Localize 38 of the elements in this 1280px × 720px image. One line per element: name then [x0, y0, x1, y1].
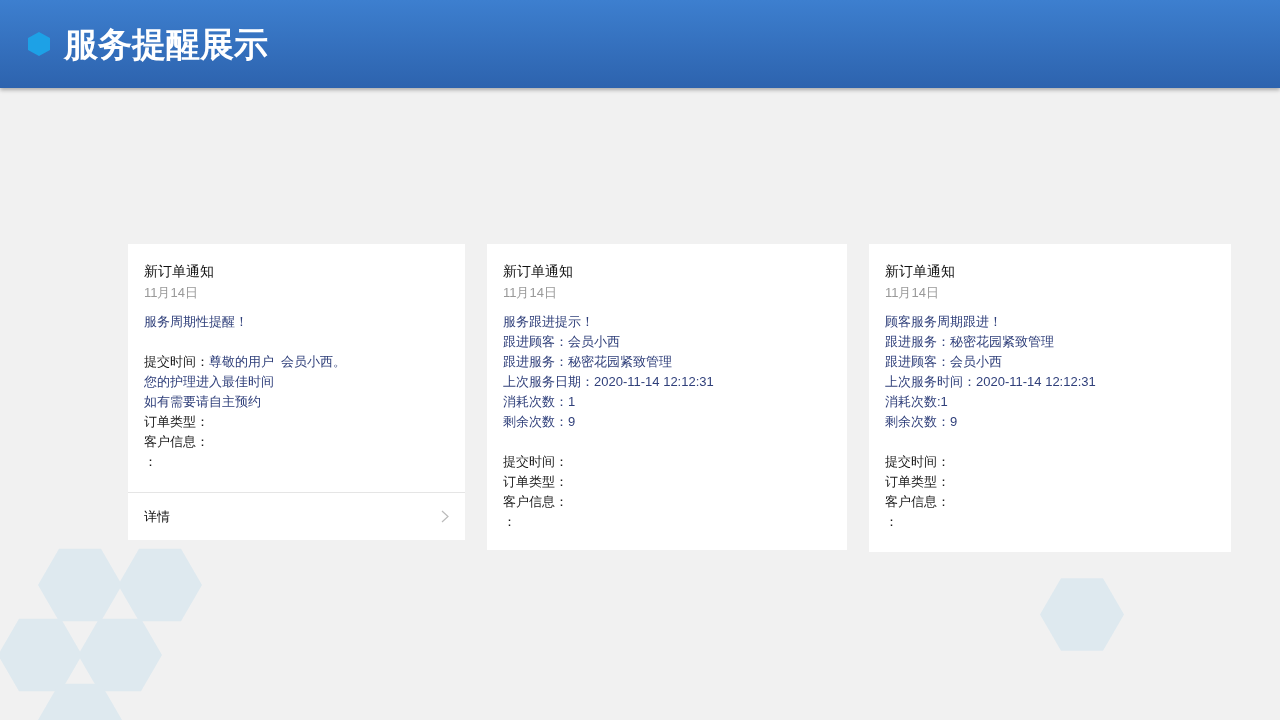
field-label: 客户信息： [144, 433, 209, 451]
chevron-right-icon [441, 510, 449, 523]
details-link[interactable]: 详情 [144, 506, 170, 527]
field-label: 订单类型： [885, 473, 950, 491]
field-value: 尊敬的用户 会员小西。 [209, 353, 347, 371]
card-date: 11月14日 [885, 284, 940, 302]
page-title: 服务提醒展示 [64, 23, 268, 65]
message-line: 您的护理进入最佳时间 [144, 373, 275, 391]
field-label: ： [503, 513, 516, 531]
field-label: 客户信息： [885, 493, 950, 511]
message-line: 消耗次数：1 [503, 393, 577, 411]
message-line: 如有需要请自主预约 [144, 393, 262, 411]
card-date: 11月14日 [144, 284, 199, 302]
card-date: 11月14日 [503, 284, 558, 302]
message-line: 剩余次数：9 [503, 413, 577, 431]
card-title: 新订单通知 [885, 262, 956, 281]
field-label: 订单类型： [503, 473, 568, 491]
message-line: 跟进顾客：会员小西 [885, 353, 1003, 371]
message-line: 剩余次数：9 [885, 413, 959, 431]
message-line: 服务周期性提醒！ [144, 313, 249, 331]
field-label: 提交时间： [885, 453, 950, 471]
field-label: 提交时间： [144, 353, 209, 371]
field-label: 客户信息： [503, 493, 568, 511]
message-line: 上次服务时间：2020-11-14 12:12:31 [885, 373, 1097, 391]
field-label: ： [144, 453, 157, 471]
message-line: 跟进服务：秘密花园紧致管理 [885, 333, 1055, 351]
message-line: 上次服务日期：2020-11-14 12:12:31 [503, 373, 715, 391]
field-label: ： [885, 513, 898, 531]
message-line: 消耗次数:1 [885, 393, 949, 411]
message-line: 跟进服务：秘密花园紧致管理 [503, 353, 673, 371]
message-line: 跟进顾客：会员小西 [503, 333, 621, 351]
hexagon-icon [28, 32, 50, 56]
message-line: 顾客服务周期跟进！ [885, 313, 1003, 331]
field-label: 订单类型： [144, 413, 209, 431]
card-title: 新订单通知 [503, 262, 574, 281]
field-label: 提交时间： [503, 453, 568, 471]
card-title: 新订单通知 [144, 262, 215, 281]
message-line: 服务跟进提示！ [503, 313, 595, 331]
